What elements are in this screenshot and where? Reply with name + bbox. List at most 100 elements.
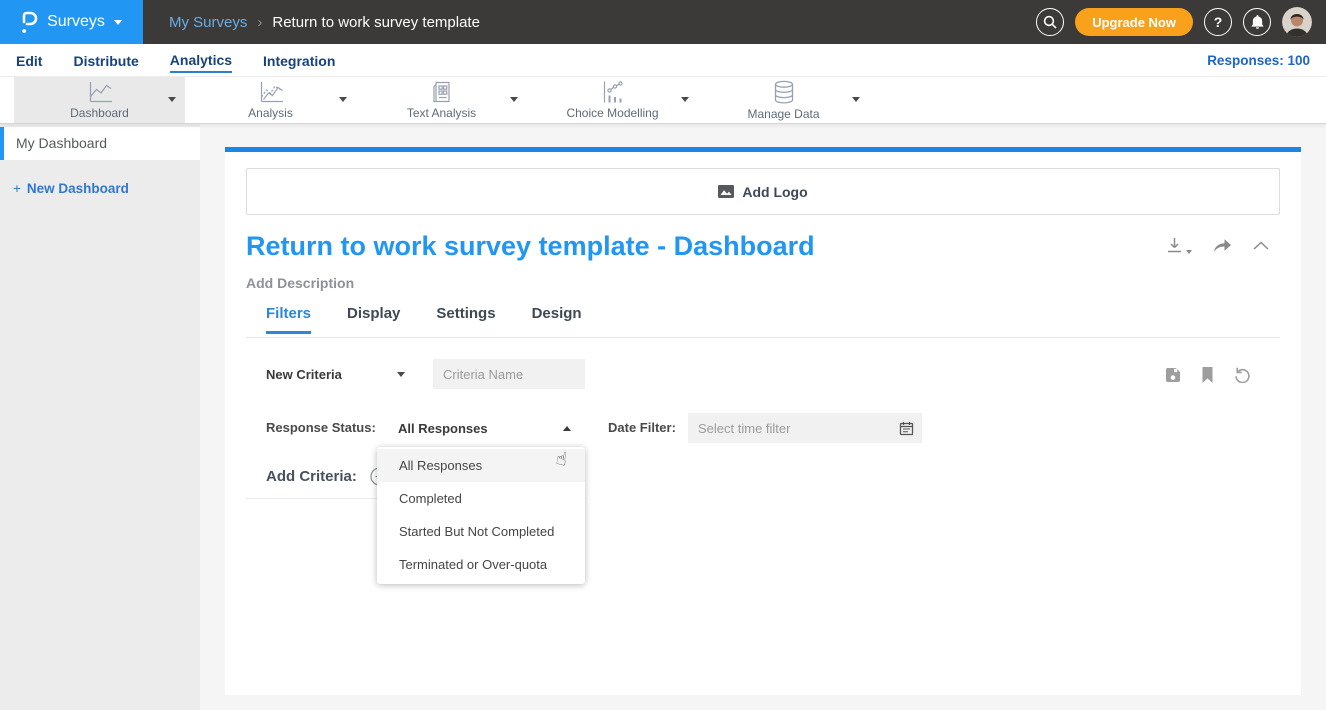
toolbar-text-analysis[interactable]: Text Analysis [356, 77, 527, 123]
image-icon [718, 185, 734, 198]
criteria-type-dropdown[interactable]: New Criteria [266, 359, 416, 389]
analysis-chart-icon [257, 80, 285, 104]
page-title: Return to work survey template - Dashboa… [246, 231, 815, 262]
analytics-toolbar: Dashboard Analysis Text Analysis [0, 77, 1326, 124]
toolbar-dashboard-label: Dashboard [70, 106, 129, 120]
choice-modelling-icon [600, 80, 626, 104]
tabs-divider [246, 337, 1280, 338]
menu-option-started-not-completed[interactable]: Started But Not Completed [377, 515, 585, 548]
criteria-actions [1165, 366, 1251, 383]
dashboard-card: Add Logo Return to work survey template … [225, 147, 1301, 695]
menu-option-completed[interactable]: Completed [377, 482, 585, 515]
card-accent-bar [225, 147, 1301, 152]
nav-edit[interactable]: Edit [16, 48, 42, 72]
download-icon [1166, 237, 1183, 254]
criteria-row: New Criteria [225, 359, 1301, 389]
dashboard-chart-icon [86, 80, 114, 104]
sidebar-item-my-dashboard[interactable]: My Dashboard [0, 127, 200, 160]
dashboard-sidebar: My Dashboard + New Dashboard [0, 124, 200, 710]
breadcrumb-my-surveys[interactable]: My Surveys [169, 14, 247, 31]
module-nav: Edit Distribute Analytics Integration Re… [0, 44, 1326, 77]
reset-icon [1234, 366, 1251, 383]
chevron-up-icon [563, 426, 571, 431]
text-analysis-icon [430, 80, 454, 104]
tab-settings[interactable]: Settings [436, 305, 495, 334]
new-dashboard-label: New Dashboard [27, 181, 129, 196]
toolbar-text-analysis-label: Text Analysis [407, 106, 476, 120]
tab-design[interactable]: Design [532, 305, 582, 334]
reset-button[interactable] [1234, 366, 1251, 383]
new-dashboard-button[interactable]: + New Dashboard [13, 181, 200, 196]
database-icon [772, 80, 796, 105]
download-button[interactable] [1166, 237, 1192, 254]
question-mark-icon: ? [1214, 14, 1223, 30]
product-name: Surveys [47, 13, 105, 31]
settings-tabs: Filters Display Settings Design [266, 305, 582, 334]
calendar-icon[interactable] [899, 421, 914, 436]
response-status-menu: All Responses Completed Started But Not … [377, 447, 585, 584]
topbar-actions: Upgrade Now ? [1036, 0, 1312, 44]
response-status-label: Response Status: [266, 413, 376, 443]
date-filter-input[interactable] [688, 413, 922, 443]
response-status-dropdown[interactable]: All Responses [398, 413, 578, 443]
bell-icon [1251, 15, 1264, 29]
response-status-value: All Responses [398, 421, 488, 436]
notifications-button[interactable] [1243, 8, 1271, 36]
search-button[interactable] [1036, 8, 1064, 36]
toolbar-manage-data-label: Manage Data [747, 107, 819, 121]
responses-count: Responses: 100 [1207, 53, 1310, 68]
questionpro-logo-icon [21, 10, 38, 34]
add-criteria-label: Add Criteria: [266, 468, 357, 485]
plus-icon: + [13, 181, 21, 196]
chevron-down-icon [114, 20, 122, 25]
bookmark-button[interactable] [1201, 367, 1214, 383]
add-criteria-row: Add Criteria: [266, 467, 389, 486]
share-button[interactable] [1213, 238, 1232, 254]
toolbar-analysis[interactable]: Analysis [185, 77, 356, 123]
dashboard-actions [1166, 237, 1269, 254]
chevron-down-icon[interactable] [168, 97, 176, 102]
chevron-down-icon[interactable] [339, 97, 347, 102]
breadcrumb-separator: › [257, 14, 262, 31]
chevron-down-icon[interactable] [510, 97, 518, 102]
upgrade-now-button[interactable]: Upgrade Now [1075, 8, 1193, 36]
nav-integration[interactable]: Integration [263, 48, 335, 72]
toolbar-manage-data[interactable]: Manage Data [698, 77, 869, 123]
add-logo-label: Add Logo [742, 184, 807, 200]
collapse-button[interactable] [1253, 241, 1269, 250]
help-button[interactable]: ? [1204, 8, 1232, 36]
chevron-down-icon [397, 372, 405, 377]
date-filter-label: Date Filter: [608, 413, 676, 443]
toolbar-choice-modelling[interactable]: Choice Modelling [527, 77, 698, 123]
tab-display[interactable]: Display [347, 305, 400, 334]
toolbar-dashboard[interactable]: Dashboard [14, 77, 185, 123]
chevron-down-icon [1186, 250, 1192, 254]
search-icon [1043, 15, 1057, 29]
share-icon [1213, 238, 1232, 254]
topbar: Surveys My Surveys › Return to work surv… [0, 0, 1326, 44]
criteria-name-input[interactable] [433, 359, 585, 389]
product-menu[interactable]: Surveys [0, 0, 143, 44]
toolbar-choice-modelling-label: Choice Modelling [566, 106, 658, 120]
breadcrumb-current-survey: Return to work survey template [272, 14, 480, 31]
status-date-row: Response Status: All Responses Date Filt… [225, 413, 1301, 443]
bookmark-icon [1201, 367, 1214, 383]
nav-analytics[interactable]: Analytics [170, 47, 232, 73]
add-description-button[interactable]: Add Description [246, 275, 354, 291]
save-button[interactable] [1165, 367, 1181, 383]
date-filter-field [688, 413, 922, 443]
toolbar-analysis-label: Analysis [248, 106, 293, 120]
chevron-down-icon[interactable] [852, 97, 860, 102]
chevron-down-icon[interactable] [681, 97, 689, 102]
criteria-type-value: New Criteria [266, 367, 342, 382]
main-content: Add Logo Return to work survey template … [200, 124, 1326, 710]
floppy-disk-icon [1165, 367, 1181, 383]
chevron-up-icon [1253, 241, 1269, 250]
menu-option-all-responses[interactable]: All Responses [377, 449, 585, 482]
menu-option-terminated-overquota[interactable]: Terminated or Over-quota [377, 548, 585, 581]
breadcrumb: My Surveys › Return to work survey templ… [169, 14, 480, 31]
user-avatar[interactable] [1282, 7, 1312, 37]
tab-filters[interactable]: Filters [266, 305, 311, 334]
add-logo-button[interactable]: Add Logo [246, 168, 1280, 215]
nav-distribute[interactable]: Distribute [73, 48, 138, 72]
